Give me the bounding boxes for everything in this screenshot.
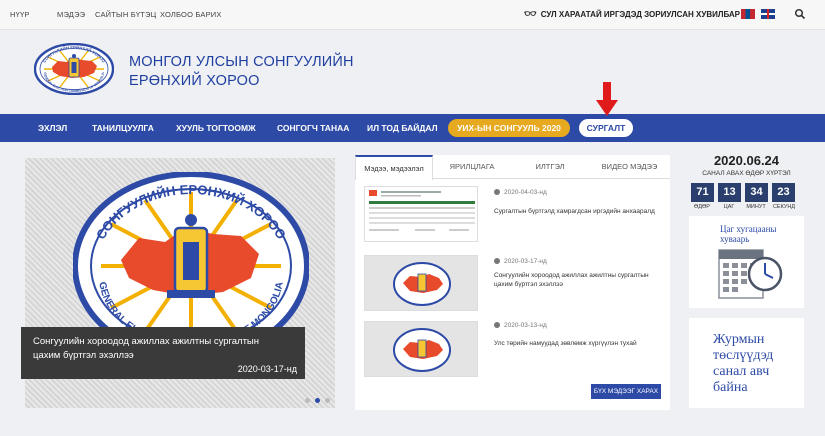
slider-dot[interactable] (305, 398, 310, 403)
news-thumbnail[interactable] (364, 186, 478, 242)
low-vision-link[interactable]: 👓︎ СУЛ ХАРААТАЙ ИРГЭДЭД ЗОРИУЛСАН ХУВИЛБА… (524, 9, 740, 20)
countdown-days: 71 (691, 183, 714, 202)
top-link-home[interactable]: НҮҮР (10, 10, 30, 19)
training-button[interactable]: СУРГАЛТ (579, 119, 633, 137)
site-title-line2: ЕРӨНХИЙ ХОРОО (129, 73, 260, 89)
news-date: 2020-03-17-нд (494, 258, 547, 265)
red-arrow-down-icon (596, 82, 618, 116)
site-title-line1: МОНГОЛ УЛСЫН СОНГУУЛИЙН (129, 54, 354, 70)
news-title[interactable]: Улс төрийн намуудад зөвлөмж хүргүүлэн ту… (494, 339, 664, 348)
search-icon[interactable] (794, 8, 806, 20)
top-link-contact[interactable]: ХОЛБОО БАРИХ (160, 10, 222, 19)
news-title[interactable]: Сургалтын бүртгэлд хамрагдсан иргэдийн а… (494, 207, 664, 216)
top-link-sitemap[interactable]: САЙТЫН БҮТЭЦ (95, 10, 156, 19)
slider-caption-date: 2020-03-17-нд (237, 364, 297, 374)
site-title[interactable]: МОНГОЛ УЛСЫН СОНГУУЛИЙН ЕРӨНХИЙ ХОРОО (129, 53, 369, 91)
slider-dot-active[interactable] (315, 398, 320, 403)
news-panel: Мэдээ, мэдээлэл ЯРИЛЦЛАГА ИЛТГЭЛ ВИДЕО М… (355, 155, 670, 410)
countdown-seconds: 23 (772, 183, 795, 202)
draft-rules-text: Журмын төслүүдэд санал авч байна (713, 332, 774, 395)
main-nav: ЭХЛЭЛ ТАНИЛЦУУЛГА ХУУЛЬ ТОГТООМЖ СОНГОГЧ… (0, 114, 825, 142)
document-preview-image (369, 190, 475, 231)
news-thumbnail[interactable] (364, 321, 478, 377)
news-title[interactable]: Сонгуулийн хороодод ажиллах ажилтны сург… (494, 271, 664, 289)
countdown-subtitle: САНАЛ АВАХ ӨДӨР ХҮРТЭЛ (702, 170, 791, 177)
slider-dot[interactable] (325, 398, 330, 403)
election-date: 2020.06.24 (713, 153, 780, 168)
election-2020-button[interactable]: УИХ-ЫН СОНГУУЛЬ 2020 (448, 119, 570, 137)
schedule-card-title: Цаг хугацааны хуваарь (720, 224, 777, 244)
tab-news[interactable]: Мэдээ, мэдээлэл (355, 155, 433, 180)
countdown-seconds-label: СЕКУНД (772, 204, 796, 210)
gec-emblem-thumbnail (393, 328, 451, 372)
countdown-days-label: ӨДӨР (694, 204, 710, 210)
news-date: 2020-04-03-нд (494, 189, 547, 196)
tab-interviews[interactable]: ЯРИЛЦЛАГА (433, 155, 511, 179)
countdown-minutes-label: МИНУТ (746, 204, 766, 210)
news-thumbnail[interactable] (364, 255, 478, 311)
top-bar: НҮҮР МЭДЭЭ САЙТЫН БҮТЭЦ ХОЛБОО БАРИХ 👓︎ С… (0, 0, 825, 30)
countdown-hours-label: ЦАГ (723, 204, 735, 210)
tab-reports[interactable]: ИЛТГЭЛ (511, 155, 589, 179)
top-link-news[interactable]: МЭДЭЭ (57, 10, 85, 19)
low-vision-label: СУЛ ХАРААТАЙ ИРГЭДЭД ЗОРИУЛСАН ХУВИЛБАР (540, 10, 741, 19)
nav-item-laws[interactable]: ХУУЛЬ ТОГТООМЖ (176, 123, 256, 133)
flag-uk-icon[interactable] (761, 9, 775, 19)
nav-item-transparency[interactable]: ИЛ ТОД БАЙДАЛ (367, 123, 438, 133)
nav-item-home[interactable]: ЭХЛЭЛ (38, 123, 67, 133)
schedule-card[interactable]: Цаг хугацааны хуваарь (689, 216, 804, 308)
all-news-button[interactable]: БҮХ МЭДЭЭГ ХАРАХ (591, 384, 661, 399)
countdown-hours: 13 (718, 183, 741, 202)
glasses-icon: 👓︎ (524, 9, 537, 20)
news-date: 2020-03-13-нд (494, 322, 547, 329)
flag-mongolia-icon[interactable] (741, 9, 755, 19)
nav-item-voters[interactable]: СОНГОГЧ ТАНАА (277, 123, 349, 133)
slider-caption[interactable]: Сонгуулийн хороодод ажиллах ажилтны сург… (21, 327, 305, 379)
clock-icon (494, 189, 500, 195)
gec-emblem-thumbnail (393, 262, 451, 306)
clock-icon (494, 322, 500, 328)
gec-logo[interactable]: СОНГУУЛИЙН ЕРӨНХИЙ ХОРОО GENERAL ELECTIO… (34, 43, 114, 95)
slider-caption-text: Сонгуулийн хороодод ажиллах ажилтны сург… (33, 336, 260, 361)
tab-video-news[interactable]: ВИДЕО МЭДЭЭ (589, 155, 670, 179)
clock-icon (494, 258, 500, 264)
countdown-minutes: 34 (745, 183, 768, 202)
draft-rules-card[interactable]: Журмын төслүүдэд санал авч байна (689, 318, 804, 408)
nav-item-about[interactable]: ТАНИЛЦУУЛГА (92, 123, 154, 133)
calendar-clock-icon (718, 249, 783, 299)
news-tabs: Мэдээ, мэдээлэл ЯРИЛЦЛАГА ИЛТГЭЛ ВИДЕО М… (355, 155, 670, 180)
